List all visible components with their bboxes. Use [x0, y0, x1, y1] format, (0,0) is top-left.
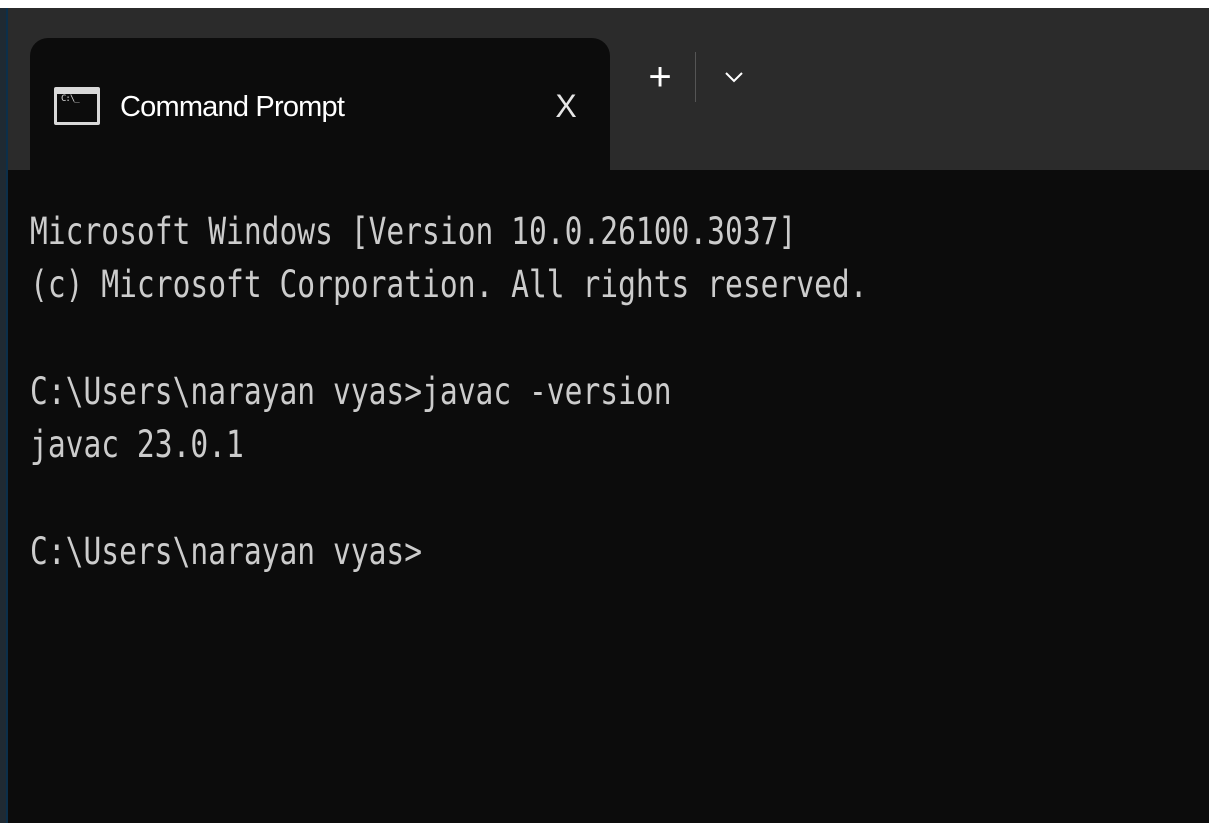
tab-close-button[interactable]: X	[546, 84, 586, 128]
window-top-edge	[0, 0, 1209, 8]
terminal-line: javac 23.0.1	[30, 423, 244, 466]
cmd-icon: C:\_	[54, 87, 100, 125]
new-tab-button[interactable]: +	[640, 55, 680, 99]
tab-dropdown-button[interactable]	[720, 58, 748, 98]
chevron-down-icon	[725, 72, 743, 83]
terminal-prompt-line: C:\Users\narayan vyas>	[30, 530, 423, 573]
terminal-line: (c) Microsoft Corporation. All rights re…	[30, 263, 868, 306]
terminal-output[interactable]: Microsoft Windows [Version 10.0.26100.30…	[30, 205, 1190, 805]
terminal-line: C:\Users\narayan vyas>javac -version	[30, 370, 672, 413]
terminal-line: Microsoft Windows [Version 10.0.26100.30…	[30, 210, 797, 253]
tab-divider	[695, 52, 696, 102]
terminal-window: C:\_ Command Prompt X + Microsoft Window…	[0, 0, 1209, 823]
tab-bar: C:\_ Command Prompt X +	[8, 8, 1209, 170]
tab-title: Command Prompt	[120, 91, 345, 123]
tab-command-prompt[interactable]: C:\_ Command Prompt X	[30, 38, 610, 170]
cmd-icon-glyph: C:\_	[61, 94, 80, 104]
